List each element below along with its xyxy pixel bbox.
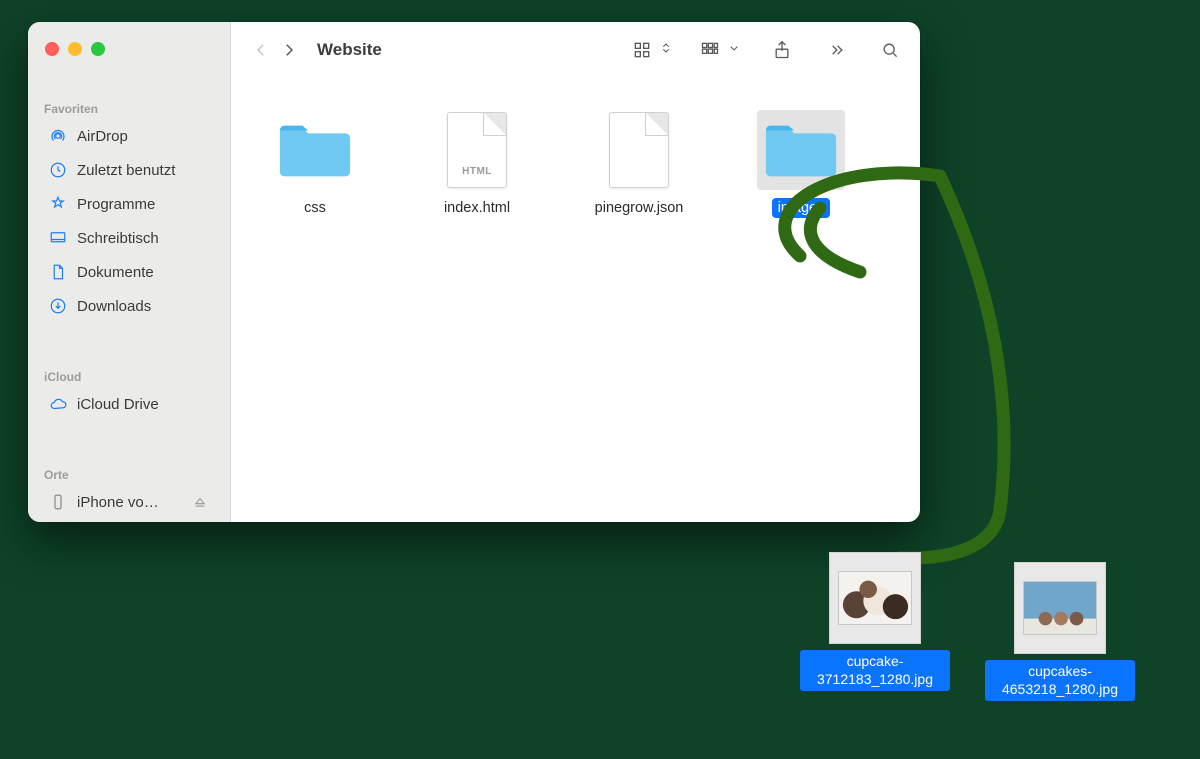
sidebar-item-icloud-drive[interactable]: iCloud Drive bbox=[34, 388, 224, 420]
back-button[interactable] bbox=[247, 36, 275, 64]
file-item-folder-selected[interactable]: images bbox=[741, 110, 861, 218]
file-item-html[interactable]: HTML index.html bbox=[417, 110, 537, 218]
clock-icon bbox=[48, 160, 68, 180]
sidebar-item-label: Downloads bbox=[77, 298, 151, 315]
view-mode-button[interactable] bbox=[632, 40, 674, 60]
group-button[interactable] bbox=[700, 40, 742, 60]
chevron-down-icon bbox=[726, 40, 742, 60]
folder-icon bbox=[757, 110, 845, 190]
file-item-json[interactable]: pinegrow.json bbox=[579, 110, 699, 218]
applications-icon bbox=[48, 194, 68, 214]
close-button[interactable] bbox=[45, 42, 59, 56]
document-icon bbox=[595, 110, 683, 190]
file-label: images bbox=[772, 198, 831, 218]
sidebar-item-label: Zuletzt benutzt bbox=[77, 162, 175, 179]
finder-window: Favoriten AirDrop Zuletzt benutzt Progra… bbox=[28, 22, 920, 522]
desktop-icon bbox=[48, 228, 68, 248]
window-title: Website bbox=[317, 40, 382, 60]
sidebar-item-airdrop[interactable]: AirDrop bbox=[34, 120, 224, 152]
sidebar-item-label: iCloud Drive bbox=[77, 396, 159, 413]
window-controls bbox=[45, 42, 105, 56]
forward-button[interactable] bbox=[275, 36, 303, 64]
file-grid: css HTML index.html pinegrow.json bbox=[231, 78, 920, 522]
desktop-file-label: cupcake-3712183_1280.jpg bbox=[800, 650, 950, 691]
folder-icon bbox=[271, 110, 359, 190]
sidebar-item-label: Schreibtisch bbox=[77, 230, 159, 247]
sidebar-item-toshiba[interactable]: TOSHIBA bbox=[34, 520, 224, 522]
sidebar-item-iphone[interactable]: iPhone vo… bbox=[34, 486, 224, 518]
updown-icon bbox=[658, 40, 674, 60]
file-item-folder[interactable]: css bbox=[255, 110, 375, 218]
minimize-button[interactable] bbox=[68, 42, 82, 56]
cloud-icon bbox=[48, 394, 68, 414]
document-icon: HTML bbox=[433, 110, 521, 190]
download-icon bbox=[48, 296, 68, 316]
airdrop-icon bbox=[48, 126, 68, 146]
file-label: css bbox=[298, 198, 332, 218]
sidebar-section-label: Orte bbox=[28, 468, 230, 482]
sidebar-section-label: iCloud bbox=[28, 370, 230, 384]
sidebar-section-label: Favoriten bbox=[28, 102, 230, 116]
desktop-file-2[interactable]: cupcakes-4653218_1280.jpg bbox=[985, 562, 1135, 701]
share-button[interactable] bbox=[768, 36, 796, 64]
file-label: pinegrow.json bbox=[589, 198, 690, 218]
sidebar-item-label: Programme bbox=[77, 196, 155, 213]
phone-icon bbox=[48, 492, 68, 512]
sidebar-item-applications[interactable]: Programme bbox=[34, 188, 224, 220]
search-button[interactable] bbox=[876, 36, 904, 64]
file-label: index.html bbox=[438, 198, 516, 218]
image-thumbnail bbox=[1014, 562, 1106, 654]
image-thumbnail bbox=[829, 552, 921, 644]
desktop-file-1[interactable]: cupcake-3712183_1280.jpg bbox=[800, 552, 950, 691]
sidebar-item-documents[interactable]: Dokumente bbox=[34, 256, 224, 288]
toolbar: Website bbox=[231, 22, 920, 78]
sidebar-item-label: AirDrop bbox=[77, 128, 128, 145]
eject-icon[interactable] bbox=[190, 492, 210, 512]
main-area: Website css bbox=[231, 22, 920, 522]
overflow-button[interactable] bbox=[822, 36, 850, 64]
sidebar-item-recents[interactable]: Zuletzt benutzt bbox=[34, 154, 224, 186]
sidebar-item-desktop[interactable]: Schreibtisch bbox=[34, 222, 224, 254]
document-icon bbox=[48, 262, 68, 282]
desktop-file-label: cupcakes-4653218_1280.jpg bbox=[985, 660, 1135, 701]
sidebar: Favoriten AirDrop Zuletzt benutzt Progra… bbox=[28, 22, 231, 522]
zoom-button[interactable] bbox=[91, 42, 105, 56]
sidebar-item-label: iPhone vo… bbox=[77, 494, 181, 511]
sidebar-item-label: Dokumente bbox=[77, 264, 154, 281]
sidebar-item-downloads[interactable]: Downloads bbox=[34, 290, 224, 322]
